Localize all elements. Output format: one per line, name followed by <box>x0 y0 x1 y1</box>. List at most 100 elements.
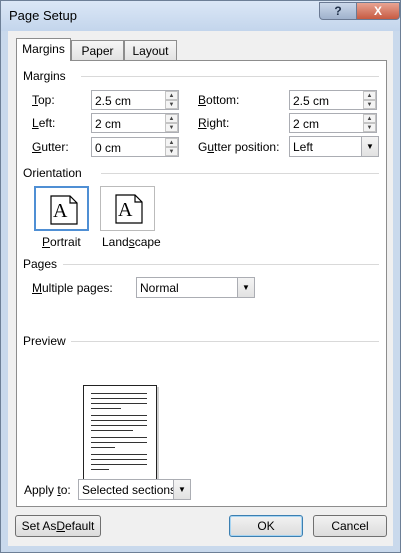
apply-to-label: Apply to: <box>24 483 71 497</box>
preview-line <box>91 415 147 416</box>
landscape-label: Landscape <box>102 235 161 249</box>
left-margin-spinner[interactable]: 2 cm ▲ ▼ <box>91 113 179 133</box>
set-as-default-label-pre: Set As <box>21 519 57 533</box>
gutter-spin-buttons: ▲ ▼ <box>165 138 178 156</box>
bottom-spin-up-icon[interactable]: ▲ <box>363 91 376 100</box>
gutter-value: 0 cm <box>95 141 122 155</box>
tab-layout-label: Layout <box>132 44 169 58</box>
preview-line <box>91 425 147 426</box>
apply-to-value: Selected sections <box>82 483 177 497</box>
right-margin-value: 2 cm <box>293 117 320 131</box>
bottom-margin-spinner[interactable]: 2.5 cm ▲ ▼ <box>289 90 377 110</box>
pages-divider <box>63 264 379 265</box>
preview-line <box>91 430 133 431</box>
landscape-option[interactable]: A <box>100 186 155 231</box>
set-as-default-button[interactable]: Set As Default <box>15 515 101 537</box>
preview-line <box>91 408 121 409</box>
bottom-spin-buttons: ▲ ▼ <box>363 91 376 109</box>
multiple-pages-label-rest: ultiple pages: <box>42 281 113 295</box>
tab-layout[interactable]: Layout <box>124 40 177 60</box>
page-preview <box>83 385 157 487</box>
pages-group-label: Pages <box>23 257 58 271</box>
ok-label: OK <box>257 519 275 533</box>
top-label: Top: <box>32 93 55 107</box>
preview-line <box>91 459 147 460</box>
gutter-label-rest: utter: <box>41 140 69 154</box>
right-spin-up-icon[interactable]: ▲ <box>363 114 376 123</box>
gutter-position-dropdown[interactable]: Left ▼ <box>289 136 379 157</box>
gutter-position-label: Gutter position: <box>198 140 279 154</box>
bottom-margin-value: 2.5 cm <box>293 94 330 108</box>
help-button[interactable]: ? <box>319 2 357 20</box>
gutter-spin-up-icon[interactable]: ▲ <box>165 138 178 147</box>
cancel-label: Cancel <box>331 519 369 533</box>
left-margin-value: 2 cm <box>95 117 122 131</box>
preview-line <box>91 420 147 421</box>
multiple-pages-label: Multiple pages: <box>32 281 113 295</box>
landscape-label-pre: Land <box>102 235 129 249</box>
set-as-default-label-rest: efault <box>65 519 95 533</box>
left-label-rest: eft: <box>38 116 56 130</box>
portrait-label: Portrait <box>42 235 81 249</box>
gutter-position-value: Left <box>293 140 314 154</box>
top-margin-value: 2.5 cm <box>95 94 132 108</box>
margins-tab-panel: Margins Top: 2.5 cm ▲ ▼ Bottom: 2.5 cm ▲… <box>16 60 387 507</box>
right-spin-down-icon[interactable]: ▼ <box>363 123 376 132</box>
tab-margins-label: Margins <box>22 42 65 56</box>
chevron-down-icon: ▼ <box>173 480 190 499</box>
apply-to-label-pre: Apply <box>24 483 58 497</box>
multiple-pages-value: Normal <box>140 281 179 295</box>
right-label: Right: <box>198 116 229 130</box>
top-label-rest: op: <box>38 93 55 107</box>
bottom-label: Bottom: <box>198 93 239 107</box>
preview-line <box>91 447 115 448</box>
dialog-body: Margins Paper Layout Margins Top: 2.5 cm… <box>8 31 393 546</box>
help-icon: ? <box>334 4 342 18</box>
tab-paper-label: Paper <box>81 44 114 58</box>
bottom-label-key: B <box>198 93 207 107</box>
right-margin-spinner[interactable]: 2 cm ▲ ▼ <box>289 113 377 133</box>
right-label-rest: ight: <box>206 116 230 130</box>
window-title: Page Setup <box>9 8 77 23</box>
chevron-down-icon: ▼ <box>237 278 254 297</box>
preview-group-label: Preview <box>23 334 66 348</box>
multiple-pages-label-key: M <box>32 281 42 295</box>
gutter-position-label-pre: G <box>198 140 208 154</box>
ok-button[interactable]: OK <box>229 515 303 537</box>
left-spin-up-icon[interactable]: ▲ <box>165 114 178 123</box>
right-label-key: R <box>198 116 207 130</box>
top-margin-spinner[interactable]: 2.5 cm ▲ ▼ <box>91 90 179 110</box>
orientation-group-label: Orientation <box>23 166 82 180</box>
tab-paper[interactable]: Paper <box>71 40 124 60</box>
portrait-label-key: P <box>42 235 51 249</box>
orientation-divider <box>101 173 379 174</box>
set-as-default-label-key: D <box>56 519 65 533</box>
cancel-button[interactable]: Cancel <box>313 515 387 537</box>
apply-to-label-rest: o: <box>60 483 71 497</box>
preview-line <box>91 403 147 404</box>
top-spin-down-icon[interactable]: ▼ <box>165 100 178 109</box>
portrait-option[interactable]: A <box>34 186 89 231</box>
multiple-pages-dropdown[interactable]: Normal ▼ <box>136 277 255 298</box>
left-spin-down-icon[interactable]: ▼ <box>165 123 178 132</box>
preview-line <box>91 437 147 438</box>
title-bar: Page Setup ? X <box>1 1 400 31</box>
gutter-spinner[interactable]: 0 cm ▲ ▼ <box>91 137 179 157</box>
preview-line <box>91 398 147 399</box>
margins-group-label: Margins <box>23 69 66 83</box>
left-label-key: L <box>32 116 39 130</box>
top-spin-up-icon[interactable]: ▲ <box>165 91 178 100</box>
bottom-label-rest: ottom: <box>206 93 240 107</box>
gutter-spin-down-icon[interactable]: ▼ <box>165 147 178 156</box>
close-button[interactable]: X <box>356 2 400 20</box>
tab-margins[interactable]: Margins <box>16 38 71 61</box>
bottom-spin-down-icon[interactable]: ▼ <box>363 100 376 109</box>
preview-line <box>91 464 147 465</box>
portrait-icon-letter: A <box>53 200 68 222</box>
gutter-position-label-rest: tter position: <box>214 140 280 154</box>
portrait-label-rest: ortrait <box>50 235 81 249</box>
preview-divider <box>71 341 379 342</box>
apply-to-dropdown[interactable]: Selected sections ▼ <box>78 479 191 500</box>
left-label: Left: <box>32 116 55 130</box>
gutter-label-key: G <box>32 140 42 154</box>
